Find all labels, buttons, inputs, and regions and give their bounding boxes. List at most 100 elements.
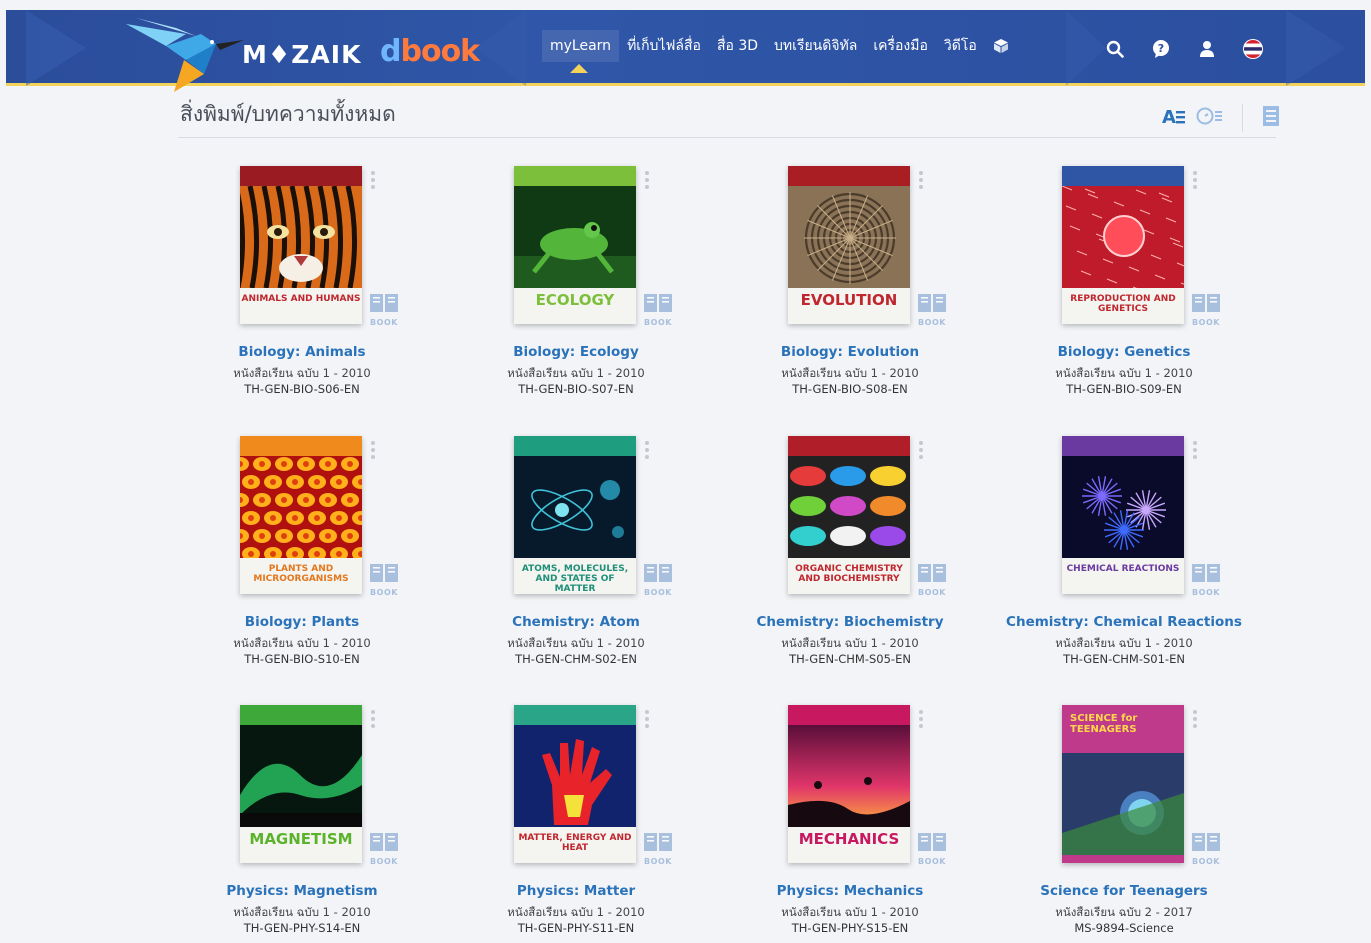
more-options-icon[interactable] — [370, 440, 376, 460]
book-cover[interactable]: REPRODUCTION AND GENETICS — [1062, 166, 1184, 324]
publication-edition: หนังสือเรียน ฉบับ 1 - 2010 — [507, 636, 645, 650]
book-cover[interactable]: PLANTS AND MICROORGANISMS — [240, 436, 362, 594]
book-cover-band — [788, 166, 910, 186]
book-cover-band — [1062, 166, 1184, 186]
more-options-icon[interactable] — [644, 440, 650, 460]
book-cover[interactable]: EVOLUTION — [788, 166, 910, 324]
book-cover-title: ECOLOGY — [535, 291, 615, 309]
more-options-icon[interactable] — [918, 440, 924, 460]
publication-title[interactable]: Chemistry: Chemical Reactions — [1004, 614, 1244, 630]
open-book-icon — [370, 564, 398, 582]
more-options-icon[interactable] — [644, 709, 650, 729]
book-cover[interactable]: ORGANIC CHEMISTRY AND BIOCHEMISTRY — [788, 436, 910, 594]
publication-title[interactable]: Biology: Plants — [182, 614, 422, 630]
book-cover[interactable]: ECOLOGY — [514, 166, 636, 324]
nav-item-3[interactable]: บทเรียนดิจิทัล — [766, 30, 865, 62]
sort-date-icon[interactable] — [1196, 105, 1224, 131]
publication-code: TH-GEN-PHY-S11-EN — [517, 921, 635, 935]
book-type-badge: BOOK — [368, 292, 400, 327]
more-options-icon[interactable] — [1192, 440, 1198, 460]
publication-title[interactable]: Biology: Ecology — [456, 344, 696, 360]
nav-item-2[interactable]: สื่อ 3D — [709, 30, 766, 62]
search-icon[interactable] — [1104, 38, 1126, 60]
book-cover[interactable]: CHEMICAL REACTIONS — [1062, 436, 1184, 594]
publication-code: TH-GEN-PHY-S14-EN — [243, 921, 361, 935]
book-cover-footer: CHEMICAL REACTIONS — [1062, 558, 1184, 594]
publication-title[interactable]: Biology: Animals — [182, 344, 422, 360]
open-book-icon — [370, 294, 398, 312]
more-options-icon[interactable] — [918, 709, 924, 729]
svg-text:A: A — [1162, 107, 1176, 127]
more-options-icon[interactable] — [370, 170, 376, 190]
nav-item-4[interactable]: เครื่องมือ — [865, 30, 936, 62]
open-book-icon — [644, 564, 672, 582]
book-cover-title: ATOMS, MOLECULES, AND STATES OF MATTER — [521, 564, 629, 594]
book-cover-art — [1062, 185, 1184, 292]
open-book-icon — [370, 833, 398, 851]
publication-card[interactable]: REPRODUCTION AND GENETICS BOOK Biology: Ge… — [1004, 160, 1244, 410]
open-book-icon — [918, 833, 946, 851]
dbook-logo-book: book — [400, 34, 480, 69]
book-cover-footer: MAGNETISM — [240, 827, 362, 863]
nav-item-1[interactable]: ที่เก็บไฟล์สื่อ — [619, 30, 709, 62]
open-book-icon — [1192, 564, 1220, 582]
publication-edition: หนังสือเรียน ฉบับ 1 - 2010 — [781, 636, 919, 650]
publication-title[interactable]: Chemistry: Biochemistry — [730, 614, 970, 630]
publication-title[interactable]: Biology: Evolution — [730, 344, 970, 360]
publication-code: TH-GEN-CHM-S01-EN — [1063, 652, 1185, 666]
publication-title[interactable]: Biology: Genetics — [1004, 344, 1244, 360]
book-cover[interactable]: MATTER, ENERGY AND HEAT — [514, 705, 636, 863]
publication-code: MS-9894-Science — [1074, 921, 1174, 935]
nav-item-5[interactable]: วิดีโอ — [936, 30, 985, 62]
user-icon[interactable] — [1196, 38, 1218, 60]
publication-edition: หนังสือเรียน ฉบับ 1 - 2010 — [781, 366, 919, 380]
publication-card[interactable]: SCIENCE for TEENAGERS BOOK Science for Tee… — [1004, 699, 1244, 943]
book-cover[interactable]: ANIMALS AND HUMANS — [240, 166, 362, 324]
book-cover-band — [788, 705, 910, 725]
thai-flag-icon[interactable] — [1242, 38, 1264, 60]
publication-edition: หนังสือเรียน ฉบับ 2 - 2017 — [1055, 905, 1193, 919]
more-options-icon[interactable] — [1192, 709, 1198, 729]
publication-title[interactable]: Physics: Matter — [456, 883, 696, 899]
publication-title[interactable]: Science for Teenagers — [1004, 883, 1244, 899]
publication-card[interactable]: MECHANICS BOOK Physics: Mechanics หนังสือเร… — [730, 699, 970, 943]
book-type-label: BOOK — [1192, 857, 1220, 866]
publication-card[interactable]: MATTER, ENERGY AND HEAT BOOK Physics: Matt… — [456, 699, 696, 943]
more-options-icon[interactable] — [644, 170, 650, 190]
svg-text:?: ? — [1158, 42, 1164, 55]
book-cover-art — [1062, 745, 1184, 863]
book-cover-title: REPRODUCTION AND GENETICS — [1070, 294, 1176, 314]
help-icon[interactable]: ? — [1150, 38, 1172, 60]
book-cover-title: ORGANIC CHEMISTRY AND BIOCHEMISTRY — [795, 564, 903, 584]
publication-card[interactable]: EVOLUTION BOOK Biology: Evolution หนังสือเร… — [730, 160, 970, 410]
publication-card[interactable]: MAGNETISM BOOK Physics: Magnetism หนังสือเร… — [182, 699, 422, 943]
sort-alphabetical-icon[interactable]: A — [1162, 105, 1188, 131]
publication-card[interactable]: ECOLOGY BOOK Biology: Ecology หนังสือเรียน … — [456, 160, 696, 410]
publication-title[interactable]: Physics: Mechanics — [730, 883, 970, 899]
publication-title[interactable]: Physics: Magnetism — [182, 883, 422, 899]
book-cover-art — [514, 456, 636, 558]
cube-icon[interactable] — [985, 30, 1017, 62]
publication-card[interactable]: ANIMALS AND HUMANS BOOK Biology: Animals หน… — [182, 160, 422, 410]
book-cover-title: MAGNETISM — [249, 830, 353, 848]
book-cover[interactable]: SCIENCE for TEENAGERS — [1062, 705, 1184, 863]
nav-item-0[interactable]: myLearn — [542, 30, 620, 62]
publication-card[interactable]: ATOMS, MOLECULES, AND STATES OF MATTER BO… — [456, 430, 696, 680]
header-divider — [178, 137, 1276, 138]
publication-card[interactable]: PLANTS AND MICROORGANISMS BOOK Biology: Pl… — [182, 430, 422, 680]
more-options-icon[interactable] — [1192, 170, 1198, 190]
more-options-icon[interactable] — [918, 170, 924, 190]
book-cover[interactable]: ATOMS, MOLECULES, AND STATES OF MATTER — [514, 436, 636, 594]
book-cover[interactable]: MECHANICS — [788, 705, 910, 863]
list-view-icon[interactable] — [1261, 104, 1281, 132]
publication-title[interactable]: Chemistry: Atom — [456, 614, 696, 630]
book-type-label: BOOK — [370, 318, 398, 327]
publication-edition: หนังสือเรียน ฉบับ 1 - 2010 — [1055, 366, 1193, 380]
publication-card[interactable]: CHEMICAL REACTIONS BOOK Chemistry: Chemica… — [1004, 430, 1244, 680]
book-cover[interactable]: MAGNETISM — [240, 705, 362, 863]
open-book-icon — [1192, 294, 1220, 312]
more-options-icon[interactable] — [370, 709, 376, 729]
main-nav: myLearn ที่เก็บไฟล์สื่อ สื่อ 3D บทเรียนดิจิ… — [542, 30, 1017, 62]
publication-card[interactable]: ORGANIC CHEMISTRY AND BIOCHEMISTRY BOOK Ch… — [730, 430, 970, 680]
book-type-label: BOOK — [1192, 588, 1220, 597]
